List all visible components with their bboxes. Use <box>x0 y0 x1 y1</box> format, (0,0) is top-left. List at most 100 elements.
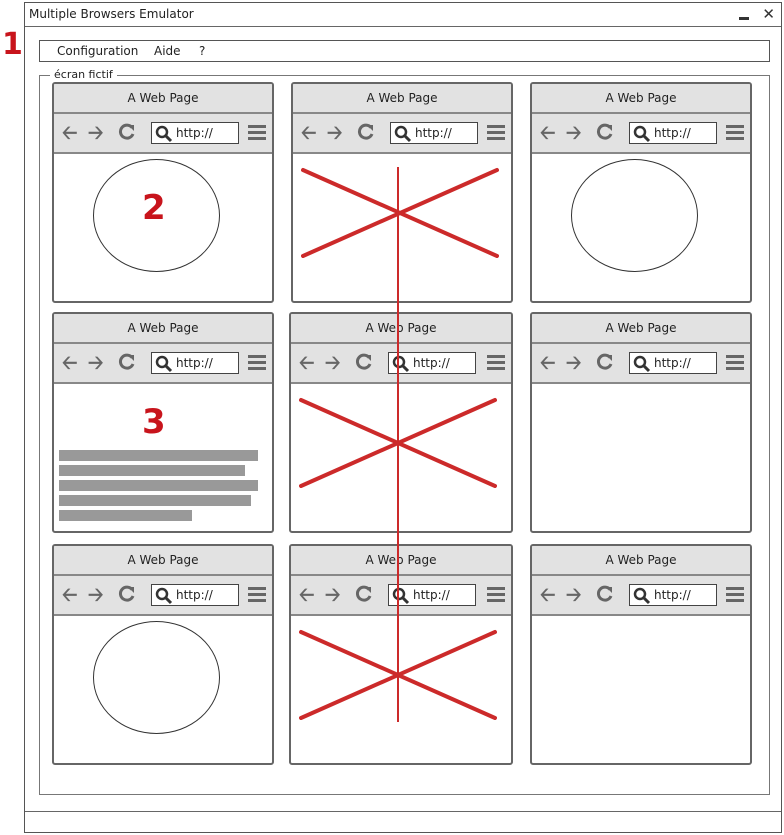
arrow-left-icon[interactable]: 🡠 <box>540 353 555 373</box>
browser-mockup-1-3: A Web Page 🡠 🡢 http:// <box>530 82 752 303</box>
search-icon <box>155 355 173 373</box>
menu-bar: Configuration Aide ? <box>39 40 770 62</box>
search-icon <box>633 125 651 143</box>
url-text: http:// <box>654 588 691 602</box>
arrow-right-icon[interactable]: 🡢 <box>325 585 340 605</box>
reload-icon[interactable] <box>355 585 373 607</box>
url-field[interactable]: http:// <box>151 584 239 606</box>
placeholder-circle <box>571 159 698 272</box>
url-text: http:// <box>176 356 213 370</box>
reload-icon[interactable] <box>118 353 136 375</box>
url-field[interactable]: http:// <box>629 352 717 374</box>
arrow-right-icon[interactable]: 🡢 <box>566 585 581 605</box>
url-field[interactable]: http:// <box>151 352 239 374</box>
hamburger-menu-icon[interactable] <box>726 125 744 141</box>
browser-title: A Web Page <box>293 84 511 114</box>
browser-title: A Web Page <box>54 84 272 114</box>
reload-icon[interactable] <box>596 585 614 607</box>
browser-toolbar: 🡠 🡢 http:// <box>54 576 272 616</box>
fake-screen-legend: écran fictif <box>50 68 117 81</box>
hamburger-menu-icon[interactable] <box>726 587 744 603</box>
arrow-right-icon[interactable]: 🡢 <box>327 123 342 143</box>
title-bar: Multiple Browsers Emulator ✕ <box>25 3 781 27</box>
browser-content <box>293 156 511 301</box>
url-text: http:// <box>415 126 452 140</box>
arrow-right-icon[interactable]: 🡢 <box>88 353 103 373</box>
arrow-left-icon[interactable]: 🡠 <box>301 123 316 143</box>
browser-toolbar: 🡠 🡢 http:// <box>293 114 511 154</box>
arrow-right-icon[interactable]: 🡢 <box>88 585 103 605</box>
reload-icon[interactable] <box>118 585 136 607</box>
hamburger-menu-icon[interactable] <box>248 587 266 603</box>
browser-title: A Web Page <box>532 84 750 114</box>
url-field[interactable]: http:// <box>390 122 478 144</box>
browser-title: A Web Page <box>54 314 272 344</box>
text-placeholder-line <box>59 450 258 461</box>
text-placeholder-block <box>59 450 259 525</box>
arrow-right-icon[interactable]: 🡢 <box>325 353 340 373</box>
url-field[interactable]: http:// <box>388 352 476 374</box>
hamburger-menu-icon[interactable] <box>248 125 266 141</box>
hamburger-menu-icon[interactable] <box>248 355 266 371</box>
browser-mockup-3-3: A Web Page 🡠 🡢 http:// <box>530 544 752 765</box>
browser-title: A Web Page <box>532 314 750 344</box>
browser-toolbar: 🡠 🡢 http:// <box>291 344 511 384</box>
url-field[interactable]: http:// <box>388 584 476 606</box>
browser-content <box>54 156 272 301</box>
text-placeholder-line <box>59 480 258 491</box>
menu-configuration[interactable]: Configuration <box>57 44 138 58</box>
arrow-left-icon[interactable]: 🡠 <box>540 585 555 605</box>
search-icon <box>392 587 410 605</box>
search-icon <box>633 355 651 373</box>
arrow-right-icon[interactable]: 🡢 <box>88 123 103 143</box>
reload-icon[interactable] <box>596 123 614 145</box>
arrow-right-icon[interactable]: 🡢 <box>566 123 581 143</box>
arrow-left-icon[interactable]: 🡠 <box>62 123 77 143</box>
arrow-left-icon[interactable]: 🡠 <box>299 353 314 373</box>
url-text: http:// <box>176 588 213 602</box>
menu-help[interactable]: ? <box>199 44 205 58</box>
url-text: http:// <box>654 356 691 370</box>
search-icon <box>392 355 410 373</box>
browser-title: A Web Page <box>291 546 511 576</box>
arrow-left-icon[interactable]: 🡠 <box>540 123 555 143</box>
url-text: http:// <box>413 588 450 602</box>
browser-toolbar: 🡠 🡢 http:// <box>532 576 750 616</box>
browser-mockup-1-2: A Web Page 🡠 🡢 http:// <box>291 82 513 303</box>
search-icon <box>155 125 173 143</box>
hamburger-menu-icon[interactable] <box>487 355 505 371</box>
browser-content <box>291 386 511 531</box>
browser-toolbar: 🡠 🡢 http:// <box>291 576 511 616</box>
arrow-left-icon[interactable]: 🡠 <box>62 585 77 605</box>
annotation-3: 3 <box>142 402 166 442</box>
hamburger-menu-icon[interactable] <box>726 355 744 371</box>
browser-mockup-2-3: A Web Page 🡠 🡢 http:// <box>530 312 752 533</box>
url-field[interactable]: http:// <box>629 584 717 606</box>
reload-icon[interactable] <box>355 353 373 375</box>
browser-content <box>291 618 511 763</box>
browser-content <box>532 618 750 763</box>
arrow-right-icon[interactable]: 🡢 <box>566 353 581 373</box>
url-text: http:// <box>654 126 691 140</box>
annotation-2: 2 <box>142 188 166 228</box>
reload-icon[interactable] <box>357 123 375 145</box>
browser-toolbar: 🡠 🡢 http:// <box>532 114 750 154</box>
reload-icon[interactable] <box>596 353 614 375</box>
url-field[interactable]: http:// <box>151 122 239 144</box>
url-field[interactable]: http:// <box>629 122 717 144</box>
browser-content <box>532 156 750 301</box>
browser-title: A Web Page <box>291 314 511 344</box>
arrow-left-icon[interactable]: 🡠 <box>62 353 77 373</box>
hamburger-menu-icon[interactable] <box>487 587 505 603</box>
arrow-left-icon[interactable]: 🡠 <box>299 585 314 605</box>
reload-icon[interactable] <box>118 123 136 145</box>
browser-title: A Web Page <box>532 546 750 576</box>
red-cross-mark <box>301 168 499 258</box>
search-icon <box>155 587 173 605</box>
hamburger-menu-icon[interactable] <box>487 125 505 141</box>
close-button[interactable]: ✕ <box>762 5 775 23</box>
browser-content <box>532 386 750 531</box>
search-icon <box>394 125 412 143</box>
vertical-red-line <box>397 167 399 722</box>
menu-aide[interactable]: Aide <box>154 44 181 58</box>
